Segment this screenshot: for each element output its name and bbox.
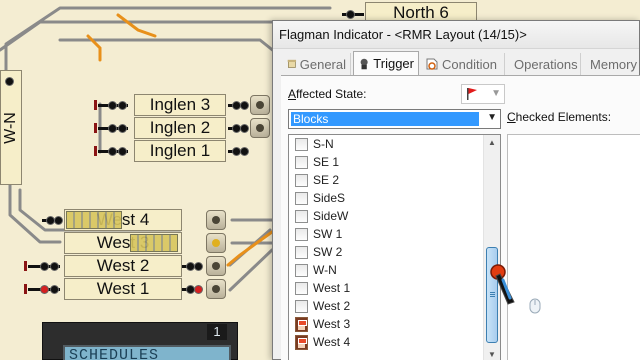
route-button-west-3[interactable] (206, 233, 226, 253)
signal-north-6[interactable] (342, 8, 364, 20)
tab-trigger-label: Trigger (373, 56, 414, 71)
scroll-up-arrow-icon[interactable]: ▲ (484, 135, 500, 151)
checkbox[interactable] (295, 209, 308, 223)
dialog-title[interactable]: Flagman Indicator - <RMR Layout (14/15)> (273, 21, 639, 49)
scheduler-number: 1 (207, 324, 227, 340)
signal-w-n[interactable] (2, 75, 18, 87)
scheduler-display[interactable]: 1 SCHEDULES (42, 322, 238, 360)
list-item[interactable]: S-N (295, 136, 334, 152)
elements-list[interactable]: S-N SE 1 SE 2 SideS SideW SW 1 SW 2 W-N … (288, 134, 501, 360)
route-button-west-4[interactable] (206, 210, 226, 230)
tab-condition[interactable]: Condition (421, 53, 505, 75)
list-item[interactable]: SideW (295, 208, 348, 224)
route-button-inglen-3[interactable] (250, 95, 270, 115)
tab-general-label: General (299, 56, 346, 72)
block-west-1[interactable]: West 1 (64, 278, 182, 300)
list-item[interactable]: West 1 (295, 280, 350, 296)
signal-inglen-3-west[interactable] (94, 99, 132, 111)
chevron-down-icon: ▼ (491, 88, 501, 99)
list-item[interactable]: SE 1 (295, 154, 339, 170)
condition-icon (426, 58, 438, 70)
list-item[interactable]: W-N (295, 262, 337, 278)
block-inglen-3[interactable]: Inglen 3 (134, 94, 226, 116)
list-item[interactable]: SW 1 (295, 226, 342, 242)
tab-operations[interactable]: Operations (507, 53, 581, 75)
signal-inglen-3-east[interactable] (228, 99, 250, 111)
flagman-icon[interactable] (295, 316, 308, 332)
block-w-n[interactable]: W-N (0, 70, 22, 185)
list-item[interactable]: SE 2 (295, 172, 339, 188)
signal-west-1-east[interactable] (182, 283, 204, 295)
signal-west-4-west[interactable] (42, 214, 64, 226)
tab-operations-label: Operations (514, 56, 578, 72)
scroll-down-arrow-icon[interactable]: ▼ (484, 347, 500, 360)
block-inglen-1[interactable]: Inglen 1 (134, 140, 226, 162)
tab-general[interactable]: General (283, 53, 351, 75)
red-flag-icon (467, 88, 477, 100)
route-button-west-1[interactable] (206, 279, 226, 299)
signal-west-2-east[interactable] (182, 260, 204, 272)
trigger-tab-panel: Affected State: ▼ Checked Elements: Bloc… (281, 75, 640, 360)
checkbox[interactable] (295, 155, 308, 169)
signal-west-2-west[interactable] (24, 260, 64, 272)
checkbox[interactable] (295, 137, 308, 151)
tab-strip: General Trigger Condition Operations Mem… (281, 51, 640, 75)
block-w-n-label: W-N (2, 111, 20, 144)
element-type-value: Blocks (291, 112, 479, 126)
checkbox[interactable] (295, 299, 308, 313)
tab-memory[interactable]: Memory (583, 53, 640, 75)
route-button-west-2[interactable] (206, 256, 226, 276)
block-west-2[interactable]: West 2 (64, 255, 182, 277)
list-item[interactable]: West 4 (295, 334, 350, 350)
checkbox[interactable] (295, 263, 308, 277)
signal-west-1-west[interactable] (24, 283, 64, 295)
flagman-indicator-dialog: Flagman Indicator - <RMR Layout (14/15)>… (272, 20, 640, 360)
tab-trigger[interactable]: Trigger (353, 51, 419, 75)
affected-state-dropdown[interactable]: ▼ (461, 84, 505, 104)
signal-inglen-2-west[interactable] (94, 122, 132, 134)
checkbox[interactable] (295, 173, 308, 187)
affected-state-label: Affected State: (288, 87, 367, 101)
checkbox[interactable] (295, 245, 308, 259)
checkbox[interactable] (295, 191, 308, 205)
list-item[interactable]: West 2 (295, 298, 350, 314)
tab-condition-label: Condition (442, 56, 497, 72)
checked-elements-list[interactable] (507, 134, 640, 360)
drag-cursor-icon (490, 264, 515, 305)
mouse-icon (529, 298, 541, 314)
document-icon (287, 59, 297, 68)
checkbox[interactable] (295, 281, 308, 295)
list-item[interactable]: SideS (295, 190, 345, 206)
signal-inglen-1-east[interactable] (228, 145, 250, 157)
trigger-icon (360, 58, 368, 69)
list-item[interactable]: West 3 (295, 316, 350, 332)
flagman-icon[interactable] (295, 334, 308, 350)
signal-inglen-2-east[interactable] (228, 122, 250, 134)
checkbox[interactable] (295, 227, 308, 241)
train-west-4[interactable] (66, 211, 122, 229)
tab-memory-label: Memory (590, 56, 637, 72)
scheduler-screen: SCHEDULES (63, 345, 231, 360)
signal-inglen-1-west[interactable] (94, 145, 132, 157)
list-scrollbar[interactable]: ▲ ▼ (483, 135, 500, 360)
checked-elements-label: Checked Elements: (507, 110, 612, 124)
chevron-down-icon: ▼ (487, 112, 497, 123)
list-item[interactable]: SW 2 (295, 244, 342, 260)
train-west-3[interactable] (130, 234, 178, 252)
block-inglen-2[interactable]: Inglen 2 (134, 117, 226, 139)
element-type-select[interactable]: Blocks ▼ (288, 109, 501, 129)
route-button-inglen-2[interactable] (250, 118, 270, 138)
